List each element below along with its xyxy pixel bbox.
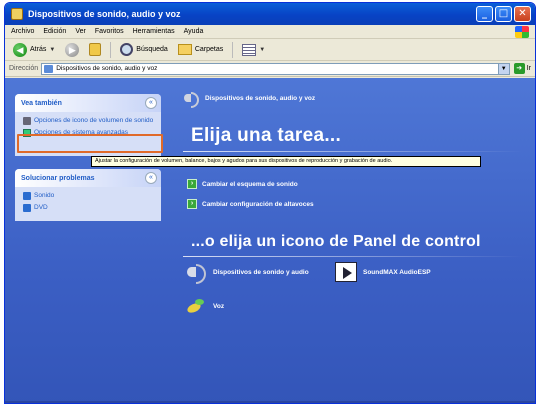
cp-item-soundmax[interactable]: SoundMAX AudioESP [335, 262, 431, 282]
menu-archivo[interactable]: Archivo [11, 28, 34, 35]
collapse-chevron-icon[interactable]: « [145, 97, 157, 109]
windows-logo-icon [515, 26, 529, 38]
troubleshoot-header[interactable]: Solucionar problemas « [15, 169, 161, 187]
window-controls: _ □ ✕ [476, 6, 531, 22]
see-also-title: Vea también [21, 99, 62, 107]
cp-item-label: Voz [213, 302, 225, 310]
views-icon [242, 43, 257, 56]
heading-divider [183, 256, 523, 257]
maximize-button[interactable]: □ [495, 6, 512, 22]
toolbar-separator [232, 41, 234, 58]
address-field[interactable]: Dispositivos de sonido, audio y voz ▼ [41, 62, 510, 75]
cp-item-voice[interactable]: Voz [185, 296, 224, 316]
see-also-header[interactable]: Vea también « [15, 94, 161, 112]
voice-icon [185, 296, 207, 316]
troubleshoot-item-label: DVD [34, 204, 48, 211]
task-label: Cambiar el esquema de sonido [202, 180, 298, 188]
toolbar-separator [110, 41, 112, 58]
menu-ayuda[interactable]: Ayuda [184, 28, 204, 35]
folders-label: Carpetas [194, 46, 224, 53]
minimize-button[interactable]: _ [476, 6, 493, 22]
task-arrow-icon: › [187, 179, 197, 189]
highlight-box [17, 134, 163, 153]
close-button[interactable]: ✕ [514, 6, 531, 22]
menu-bar: Archivo Edición Ver Favoritos Herramient… [5, 25, 535, 39]
folders-icon [177, 44, 192, 55]
up-folder-button[interactable] [86, 43, 104, 56]
menu-ver[interactable]: Ver [75, 28, 86, 35]
speaker-icon [185, 262, 207, 284]
collapse-chevron-icon[interactable]: « [145, 172, 157, 184]
address-value: Dispositivos de sonido, audio y voz [56, 65, 158, 72]
folders-button[interactable]: Carpetas [175, 44, 226, 55]
tooltip: Ajustar la configuración de volumen, bal… [91, 156, 481, 167]
cp-item-label: SoundMAX AudioESP [363, 268, 431, 276]
back-arrow-icon: ◀ [13, 42, 27, 57]
go-arrow-icon: ➜ [513, 63, 525, 74]
explorer-window: Dispositivos de sonido, audio y voz _ □ … [4, 2, 536, 404]
see-also-item-label: Opciones de icono de volumen de sonido [34, 117, 154, 124]
cp-item-sound-audio-devices[interactable]: Dispositivos de sonido y audio [185, 262, 309, 284]
help-icon [23, 204, 31, 212]
pick-icon-heading: ...o elija un icono de Panel de control [191, 233, 481, 250]
category-header-text: Dispositivos de sonido, audio y voz [205, 94, 316, 102]
bottom-edge [5, 401, 535, 403]
folder-icon [11, 8, 23, 20]
chevron-down-icon[interactable]: ▼ [259, 47, 265, 53]
menu-favoritos[interactable]: Favoritos [95, 28, 124, 35]
troubleshoot-item-sound[interactable]: Sonido [23, 192, 155, 200]
control-panel-icon [44, 64, 54, 73]
back-label: Atrás [30, 46, 47, 53]
cp-item-label: Dispositivos de sonido y audio [213, 268, 309, 276]
address-bar: Dirección Dispositivos de sonido, audio … [5, 61, 535, 77]
volume-icon [23, 117, 31, 125]
task-label: Cambiar configuración de altavoces [202, 200, 314, 208]
back-button[interactable]: ◀ Atrás ▼ [10, 42, 58, 57]
troubleshoot-title: Solucionar problemas [21, 174, 95, 182]
chevron-down-icon[interactable]: ▼ [497, 63, 509, 74]
play-icon [335, 262, 357, 282]
menu-edicion[interactable]: Edición [43, 28, 66, 35]
search-label: Búsqueda [136, 46, 168, 53]
up-folder-icon [89, 43, 102, 56]
window-title: Dispositivos de sonido, audio y voz [28, 9, 181, 19]
go-label: Ir [526, 65, 531, 72]
speaker-icon [183, 91, 199, 108]
forward-button[interactable]: ▶ [62, 42, 82, 57]
forward-arrow-icon: ▶ [65, 42, 80, 57]
troubleshoot-item-label: Sonido [34, 192, 55, 199]
title-bar[interactable]: Dispositivos de sonido, audio y voz _ □ … [5, 3, 535, 25]
task-change-sound-scheme[interactable]: › Cambiar el esquema de sonido [187, 179, 298, 189]
heading-divider [183, 151, 523, 152]
troubleshoot-body: Sonido DVD [15, 187, 161, 221]
category-header: Dispositivos de sonido, audio y voz [183, 91, 316, 108]
views-button[interactable]: ▼ [239, 43, 268, 56]
toolbar: ◀ Atrás ▼ ▶ Búsqueda Carpetas ▼ [5, 39, 535, 61]
task-change-speaker-settings[interactable]: › Cambiar configuración de altavoces [187, 199, 314, 209]
search-icon [120, 43, 134, 56]
help-icon [23, 192, 31, 200]
chevron-down-icon[interactable]: ▼ [49, 47, 55, 53]
go-button[interactable]: ➜ Ir [513, 63, 531, 74]
search-button[interactable]: Búsqueda [117, 43, 171, 56]
troubleshoot-item-dvd[interactable]: DVD [23, 204, 155, 212]
menu-herramientas[interactable]: Herramientas [133, 28, 175, 35]
pick-task-heading: Elija una tarea... [191, 125, 342, 146]
task-arrow-icon: › [187, 199, 197, 209]
address-label: Dirección [9, 65, 39, 72]
see-also-item-volume-icon[interactable]: Opciones de icono de volumen de sonido [23, 117, 155, 125]
troubleshoot-panel: Solucionar problemas « Sonido DVD [15, 169, 161, 221]
